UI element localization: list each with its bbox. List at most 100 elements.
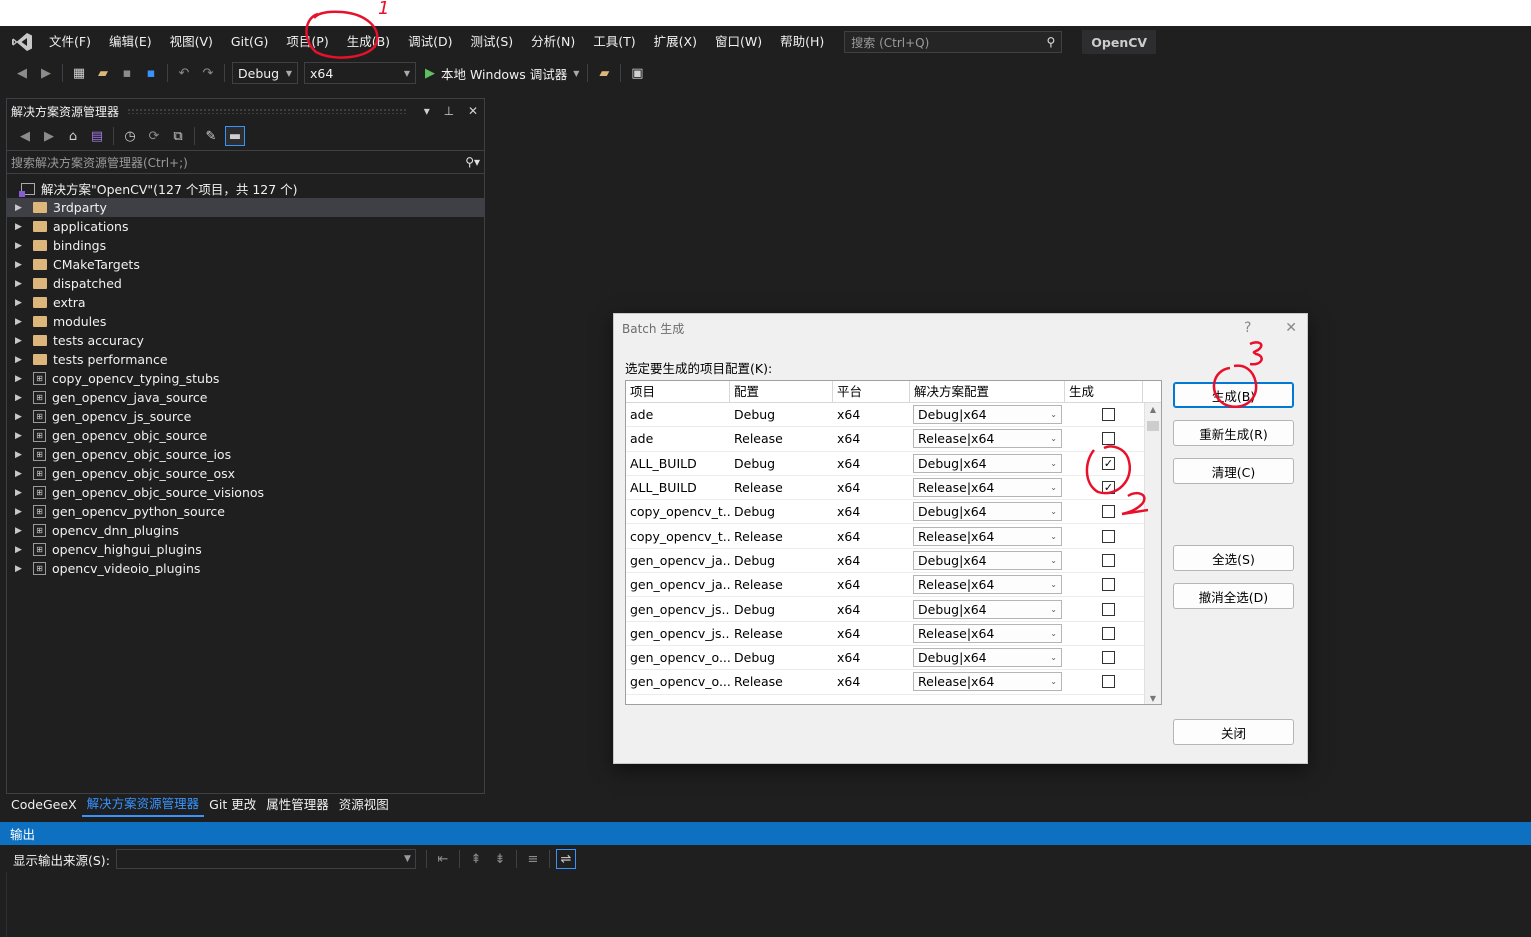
expand-arrow-icon[interactable]: ▶ [15,507,29,517]
table-row[interactable]: gen_opencv_o... Debug x64 Debug|x64 ⌄ [626,646,1161,671]
tree-folder-item[interactable]: ▶ modules [7,312,484,331]
panel-tab[interactable]: Git 更改 [204,794,261,816]
table-row[interactable]: gen_opencv_js... Release x64 Release|x64 ⌄ [626,622,1161,646]
build-checkbox[interactable] [1102,408,1115,422]
search-icon[interactable]: ⚲ [1046,35,1055,49]
help-icon[interactable]: ? [1244,320,1251,336]
menu-item[interactable]: 测试(S) [461,26,522,58]
output-text-area[interactable] [6,872,1531,937]
column-header[interactable]: 配置 [730,381,833,402]
expand-arrow-icon[interactable]: ▶ [15,260,29,270]
tree-folder-item[interactable]: ▶ 3rdparty [7,198,484,217]
properties-wrench-icon[interactable]: ✎ [201,126,221,146]
tree-project-item[interactable]: ▶ ⊞ gen_opencv_python_source [7,502,484,521]
column-header[interactable]: 解决方案配置 [910,381,1065,402]
tree-folder-item[interactable]: ▶ bindings [7,236,484,255]
tree-project-item[interactable]: ▶ ⊞ gen_opencv_objc_source_visionos [7,483,484,502]
solution-config-select[interactable]: Release|x64 ⌄ [913,478,1062,498]
configuration-select[interactable]: Debug ▼ [232,62,298,84]
sync-icon[interactable]: ⟳ [144,126,164,146]
visual-studio-logo-icon[interactable] [4,26,40,58]
deselect-all-button[interactable]: 撤消全选(D) [1173,583,1294,609]
menu-item[interactable]: Git(G) [222,26,278,58]
build-checkbox[interactable] [1102,675,1115,689]
save-all-icon[interactable]: ▪ [141,63,161,83]
table-row[interactable]: gen_opencv_ja... Debug x64 Debug|x64 ⌄ [626,549,1161,574]
build-checkbox[interactable] [1102,626,1115,640]
save-icon[interactable]: ▪ [117,63,137,83]
panel-tab[interactable]: 资源视图 [334,794,394,816]
tree-project-item[interactable]: ▶ ⊞ opencv_dnn_plugins [7,521,484,540]
table-row[interactable]: copy_opencv_t... Release x64 Release|x64 ⌄ [626,524,1161,549]
solution-config-select[interactable]: Release|x64 ⌄ [913,429,1062,449]
close-icon[interactable]: ✕ [468,104,478,118]
expand-arrow-icon[interactable]: ▶ [15,298,29,308]
home-icon[interactable]: ⌂ [63,126,83,146]
platform-select[interactable]: x64 ▼ [304,62,416,84]
rebuild-button[interactable]: 重新生成(R) [1173,420,1294,446]
clear-all-icon[interactable]: ≡ [523,849,543,869]
undo-icon[interactable]: ↶ [174,63,194,83]
menu-item[interactable]: 窗口(W) [706,26,771,58]
menu-item[interactable]: 文件(F) [40,26,100,58]
expand-arrow-icon[interactable]: ▶ [15,279,29,289]
solution-config-select[interactable]: Debug|x64 ⌄ [913,453,1062,473]
expand-arrow-icon[interactable]: ▶ [15,393,29,403]
switch-views-icon[interactable]: ▤ [87,126,107,146]
menu-item[interactable]: 分析(N) [522,26,584,58]
table-row[interactable]: ALL_BUILD Release x64 Release|x64 ⌄ ✓ [626,476,1161,501]
build-checkbox[interactable]: ✓ [1102,481,1115,495]
menu-item[interactable]: 生成(B) [338,26,399,58]
solution-config-select[interactable]: Release|x64 ⌄ [913,575,1062,595]
build-button[interactable]: 生成(B) [1173,382,1294,408]
back-icon[interactable]: ◀ [12,63,32,83]
solution-config-select[interactable]: Release|x64 ⌄ [913,672,1062,692]
window-layout-icon[interactable]: ▣ [627,63,647,83]
close-icon[interactable]: ✕ [1285,320,1297,336]
menu-item[interactable]: 编辑(E) [100,26,161,58]
build-checkbox[interactable] [1102,651,1115,665]
build-checkbox[interactable] [1102,602,1115,616]
expand-arrow-icon[interactable]: ▶ [15,203,29,213]
next-message-icon[interactable]: ⇟ [490,849,510,869]
solution-node[interactable]: 解决方案"OpenCV"(127 个项目，共 127 个) [7,179,484,198]
prev-message-icon[interactable]: ⇞ [466,849,486,869]
panel-tab[interactable]: 属性管理器 [261,794,334,816]
search-input[interactable]: 搜索 (Ctrl+Q) [851,34,929,51]
table-row[interactable]: gen_opencv_ja... Release x64 Release|x64 ⌄ [626,573,1161,598]
dropdown-icon[interactable]: ▾ [424,104,430,118]
expand-arrow-icon[interactable]: ▶ [15,241,29,251]
find-message-icon[interactable]: ⇤ [433,849,453,869]
collapse-all-icon[interactable]: ⧉ [168,126,188,146]
tree-folder-item[interactable]: ▶ applications [7,217,484,236]
panel-tab[interactable]: 解决方案资源管理器 [81,793,205,817]
solution-config-select[interactable]: Release|x64 ⌄ [913,526,1062,546]
grid-scrollbar[interactable]: ▲ ▼ [1144,403,1161,704]
back-icon[interactable]: ◀ [15,126,35,146]
tree-folder-item[interactable]: ▶ CMakeTargets [7,255,484,274]
build-checkbox[interactable]: ✓ [1102,456,1115,470]
table-row[interactable]: ALL_BUILD Debug x64 Debug|x64 ⌄ ✓ [626,452,1161,476]
tree-project-item[interactable]: ▶ ⊞ gen_opencv_objc_source_ios [7,445,484,464]
search-icon[interactable]: ⚲▾ [465,155,480,169]
new-project-icon[interactable]: ▦ [69,63,89,83]
solution-config-select[interactable]: Debug|x64 ⌄ [913,550,1062,570]
expand-arrow-icon[interactable]: ▶ [15,450,29,460]
expand-arrow-icon[interactable]: ▶ [15,317,29,327]
output-source-select[interactable]: ▼ [115,849,416,869]
forward-icon[interactable]: ▶ [39,126,59,146]
tree-folder-item[interactable]: ▶ tests performance [7,350,484,369]
expand-arrow-icon[interactable]: ▶ [15,336,29,346]
menu-item[interactable]: 工具(T) [584,26,644,58]
expand-arrow-icon[interactable]: ▶ [15,545,29,555]
expand-arrow-icon[interactable]: ▶ [15,526,29,536]
table-row[interactable]: gen_opencv_o... Release x64 Release|x64 ⌄ [626,670,1161,695]
menu-item[interactable]: 调试(D) [399,26,461,58]
solution-config-select[interactable]: Debug|x64 ⌄ [913,405,1062,425]
select-all-button[interactable]: 全选(S) [1173,545,1294,571]
expand-arrow-icon[interactable]: ▶ [15,412,29,422]
scroll-thumb[interactable] [1147,421,1159,431]
solution-config-select[interactable]: Debug|x64 ⌄ [913,502,1062,522]
find-in-files-icon[interactable]: ▰ [594,63,614,83]
expand-arrow-icon[interactable]: ▶ [15,564,29,574]
